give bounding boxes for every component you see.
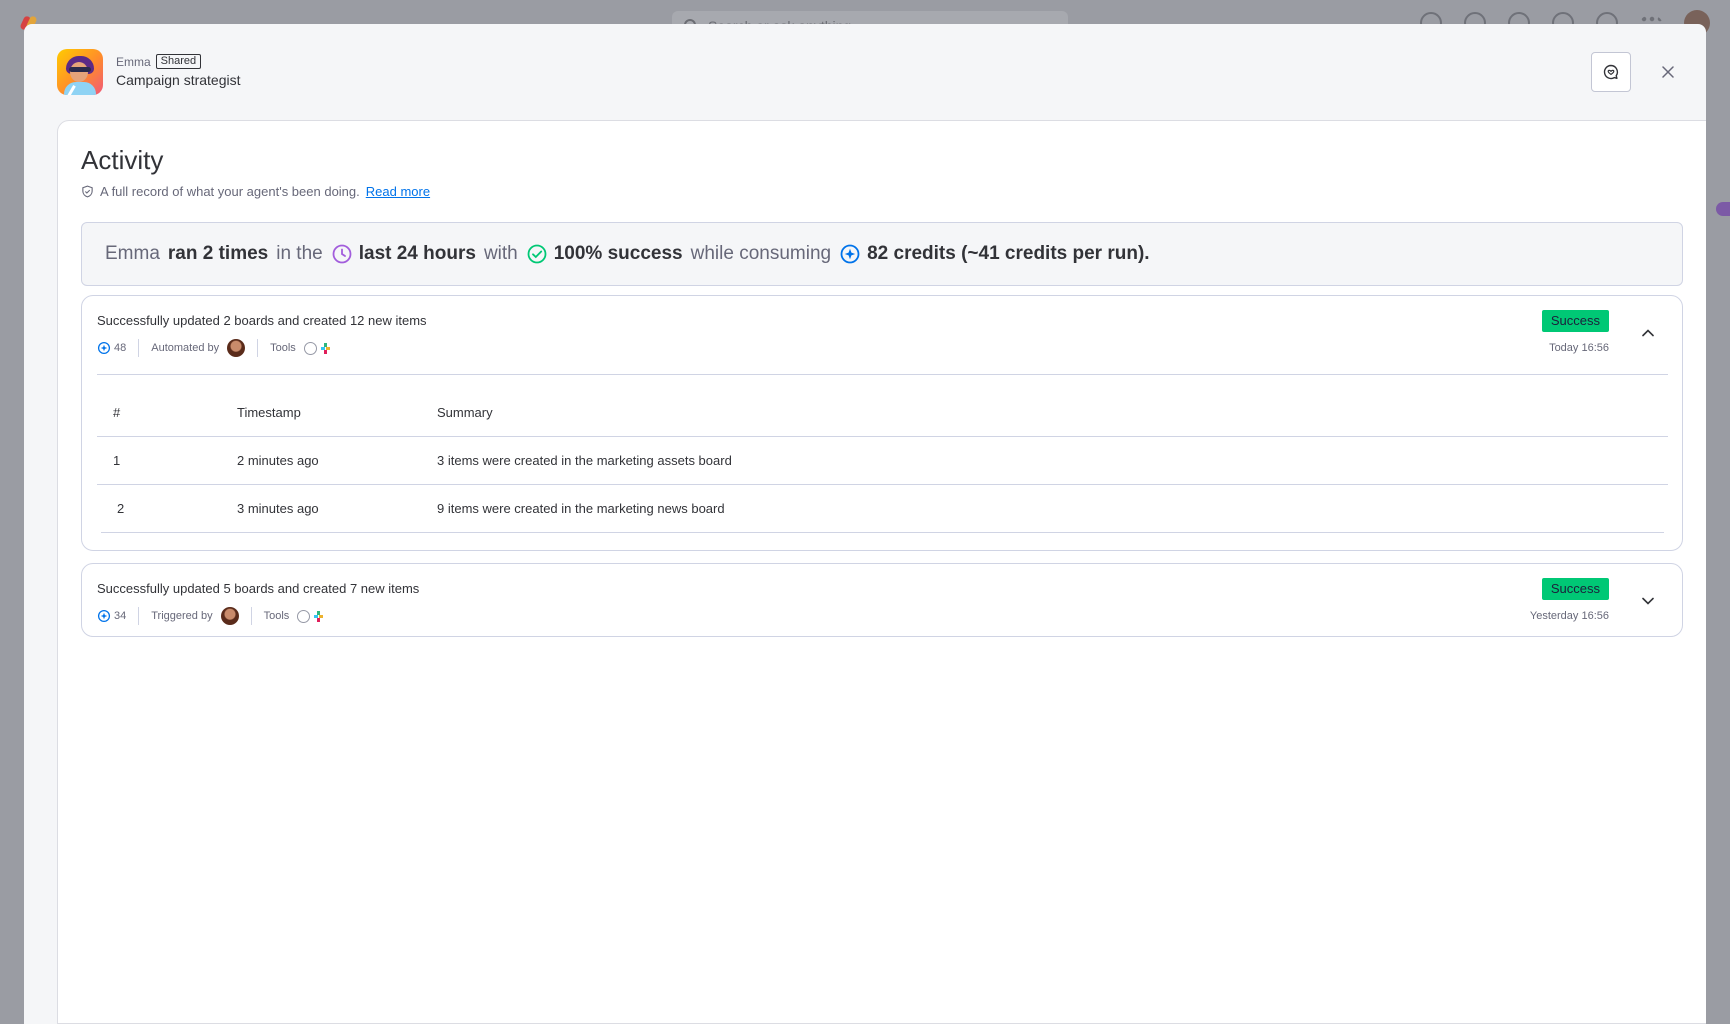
slack-icon: [312, 609, 326, 623]
row-timestamp: 2 minutes ago: [237, 453, 319, 468]
close-button[interactable]: [1654, 58, 1682, 86]
agent-name-row: Emma Shared: [116, 54, 202, 69]
shared-badge: Shared: [155, 54, 202, 69]
run-tools-label: Tools: [270, 342, 296, 354]
run-credits: 48: [97, 341, 126, 355]
run-meta: 34 Triggered by Tools: [97, 607, 326, 625]
column-header-summary: Summary: [437, 405, 493, 420]
agent-avatar: [57, 49, 103, 95]
table-header: # Timestamp Summary: [97, 375, 1668, 437]
run-time: Yesterday 16:56: [1529, 610, 1609, 622]
run-title: Successfully updated 5 boards and create…: [97, 581, 420, 596]
activity-modal: Emma Shared Campaign strategist Activity…: [24, 24, 1706, 1024]
modal-header: Emma Shared Campaign strategist: [24, 24, 1706, 120]
summary-runs: ran 2 times: [167, 243, 269, 264]
table-row: 2 3 minutes ago 9 items were created in …: [101, 485, 1664, 533]
run-title: Successfully updated 2 boards and create…: [97, 313, 427, 328]
credits-icon: [839, 243, 861, 265]
activity-panel: Activity A full record of what your agen…: [57, 120, 1706, 1024]
row-timestamp: 3 minutes ago: [237, 501, 319, 516]
run-credits: 34: [97, 609, 126, 623]
run-meta: 48 Automated by Tools: [97, 339, 332, 357]
chevron-down-icon: [1642, 597, 1654, 605]
page-title: Activity: [81, 145, 164, 175]
read-more-link[interactable]: Read more: [366, 184, 430, 199]
run-credits-value: 34: [114, 610, 127, 622]
tool-icons: [303, 341, 332, 355]
status-badge: Success: [1541, 310, 1609, 332]
clock-icon: [331, 243, 353, 265]
actor-avatar: [220, 607, 239, 625]
shield-icon: [82, 185, 93, 198]
summary-period: last 24 hours: [358, 243, 476, 264]
subtitle-text: A full record of what your agent's been …: [100, 184, 360, 199]
activity-subtitle: A full record of what your agent's been …: [81, 184, 430, 199]
chat-icon: [1603, 64, 1619, 80]
run-time: Today 16:56: [1549, 342, 1609, 354]
collapse-button[interactable]: [1639, 324, 1657, 342]
background-side-tab: [1716, 202, 1730, 216]
agent-role: Campaign strategist: [116, 72, 241, 88]
slack-icon: [318, 341, 332, 355]
row-number: 1: [113, 453, 121, 468]
run-card[interactable]: Successfully updated 2 boards and create…: [81, 295, 1683, 551]
tool-icons: [297, 609, 326, 623]
row-summary: 3 items were created in the marketing as…: [437, 453, 732, 468]
table-row: 1 2 minutes ago 3 items were created in …: [97, 437, 1668, 485]
summary-while-consuming: while consuming: [690, 243, 832, 264]
agent-name: Emma: [116, 54, 151, 69]
run-steps-table: # Timestamp Summary 1 2 minutes ago 3 it…: [97, 374, 1668, 533]
chat-button[interactable]: [1591, 52, 1631, 92]
summary-credits: 82 credits (~41 credits per run).: [867, 243, 1150, 264]
credits-icon: [97, 341, 111, 355]
run-card[interactable]: Successfully updated 5 boards and create…: [81, 563, 1683, 637]
row-number: 2: [117, 501, 125, 516]
run-tools-label: Tools: [263, 610, 290, 622]
actor-avatar: [227, 339, 246, 357]
expand-button[interactable]: [1639, 592, 1657, 610]
web-tool-icon: [303, 341, 317, 355]
row-summary: 9 items were created in the marketing ne…: [437, 501, 725, 516]
status-badge: Success: [1541, 578, 1609, 600]
close-icon: [1662, 66, 1674, 78]
summary-agent-name: Emma: [105, 243, 160, 264]
summary-banner: Emma ran 2 times in the last 24 hours wi…: [81, 222, 1683, 286]
run-credits-value: 48: [114, 342, 127, 354]
check-circle-icon: [526, 243, 548, 265]
summary-with: with: [483, 243, 518, 264]
run-actor-label: Automated by: [151, 342, 220, 354]
summary-success: 100% success: [553, 243, 683, 264]
column-header-timestamp: Timestamp: [237, 405, 301, 420]
summary-in-the: in the: [276, 243, 323, 264]
run-actor-label: Triggered by: [151, 610, 213, 622]
web-tool-icon: [297, 609, 311, 623]
column-header-number: #: [113, 405, 121, 420]
chevron-up-icon: [1642, 329, 1654, 337]
credits-icon: [97, 609, 111, 623]
